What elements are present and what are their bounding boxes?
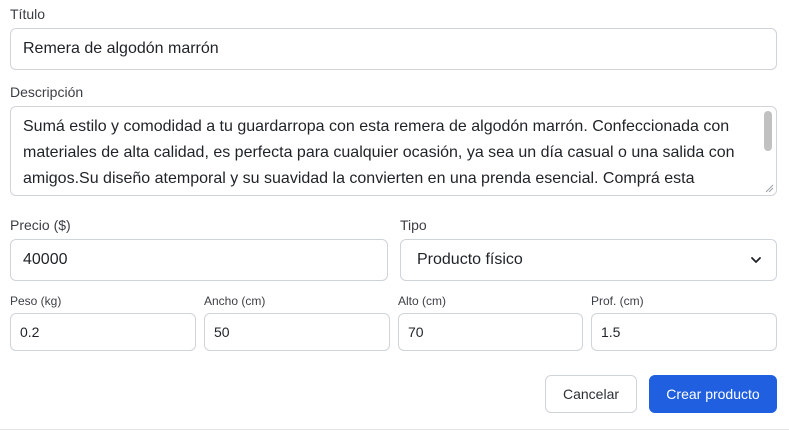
weight-input[interactable]: 0.2 (10, 313, 196, 351)
height-label: Alto (cm) (398, 294, 446, 308)
description-textarea[interactable]: Sumá estilo y comodidad a tu guardarropa… (10, 106, 777, 196)
depth-input[interactable]: 1.5 (591, 313, 777, 351)
description-label: Descripción (10, 84, 84, 100)
type-select-value: Producto físico (417, 251, 523, 268)
weight-label: Peso (kg) (10, 294, 62, 308)
depth-label: Prof. (cm) (591, 294, 644, 308)
price-input-value: 40000 (23, 251, 68, 268)
create-product-form: Título Remera de algodón marrón Descripc… (0, 0, 789, 431)
cancel-button[interactable]: Cancelar (545, 375, 637, 413)
title-label: Título (10, 6, 46, 22)
price-input[interactable]: 40000 (10, 239, 388, 281)
create-product-button[interactable]: Crear producto (649, 375, 777, 413)
price-label: Precio ($) (10, 217, 71, 233)
width-input[interactable]: 50 (204, 313, 390, 351)
weight-input-value: 0.2 (20, 324, 40, 340)
type-select[interactable]: Producto físico (400, 239, 777, 281)
depth-input-value: 1.5 (601, 324, 621, 340)
chevron-down-icon (751, 257, 761, 263)
title-input-value: Remera de algodón marrón (23, 40, 219, 57)
height-input[interactable]: 70 (398, 313, 583, 351)
description-scroll-thumb[interactable] (764, 111, 772, 151)
bottom-divider (0, 429, 789, 430)
resize-handle-icon[interactable] (764, 183, 774, 193)
height-input-value: 70 (408, 324, 424, 340)
type-label: Tipo (400, 217, 427, 233)
description-text: Sumá estilo y comodidad a tu guardarropa… (23, 118, 735, 187)
width-input-value: 50 (214, 324, 230, 340)
title-input[interactable]: Remera de algodón marrón (10, 28, 777, 70)
width-label: Ancho (cm) (204, 294, 266, 308)
